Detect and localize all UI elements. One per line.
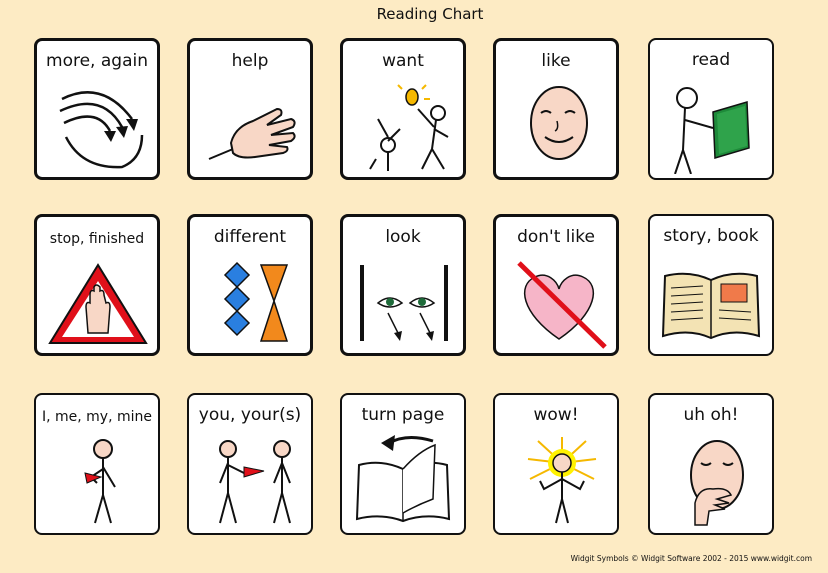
card-dont-like[interactable]: don't like	[493, 214, 619, 356]
card-you-yours[interactable]: you, your(s)	[187, 393, 313, 535]
wow-person-icon	[527, 437, 597, 524]
card-label: you, your(s)	[198, 405, 302, 425]
card-i-me-my-mine[interactable]: I, me, my, mine	[34, 393, 160, 535]
open-book-icon	[661, 272, 761, 340]
card-turn-page[interactable]: turn page	[340, 393, 466, 535]
card-more-again[interactable]: more, again	[34, 38, 160, 180]
card-label: help	[231, 51, 269, 71]
card-uh-oh[interactable]: uh oh!	[648, 393, 774, 535]
crossed-heart-icon	[517, 261, 607, 349]
card-label: read	[691, 50, 731, 70]
card-label: don't like	[517, 227, 595, 247]
card-story-book[interactable]: story, book	[648, 214, 774, 356]
person-reading-icon	[674, 87, 750, 174]
card-wow[interactable]: wow!	[493, 393, 619, 535]
card-label: different	[213, 227, 287, 247]
card-like[interactable]: like	[493, 38, 619, 180]
card-label: turn page	[361, 405, 445, 425]
turn-page-icon	[355, 435, 451, 523]
eyes-look-icon	[360, 265, 448, 341]
card-want[interactable]: want	[340, 38, 466, 180]
card-label: look	[385, 227, 421, 247]
page-title: Reading Chart	[376, 5, 484, 23]
point-other-icon	[219, 440, 291, 524]
uh-oh-face-icon	[690, 440, 744, 526]
want-icon	[369, 84, 449, 171]
card-label: wow!	[533, 405, 579, 425]
different-shapes-icon	[223, 261, 289, 342]
card-label: stop, finished	[49, 231, 145, 247]
card-label: like	[541, 51, 571, 71]
more-again-icon	[59, 91, 144, 169]
card-look[interactable]: look	[340, 214, 466, 356]
copyright-footer: Widgit Symbols © Widgit Software 2002 - …	[570, 554, 812, 563]
card-different[interactable]: different	[187, 214, 313, 356]
card-label: uh oh!	[683, 405, 739, 425]
card-label: want	[382, 51, 424, 71]
stop-hand-icon	[48, 263, 148, 344]
card-read[interactable]: read	[648, 38, 774, 180]
card-label: I, me, my, mine	[41, 409, 153, 425]
self-point-icon	[84, 439, 116, 524]
card-label: story, book	[663, 226, 759, 246]
help-hand-icon	[208, 107, 296, 160]
card-label: more, again	[46, 51, 148, 71]
card-stop-finished[interactable]: stop, finished	[34, 214, 160, 356]
card-help[interactable]: help	[187, 38, 313, 180]
smiling-face-icon	[530, 86, 588, 160]
